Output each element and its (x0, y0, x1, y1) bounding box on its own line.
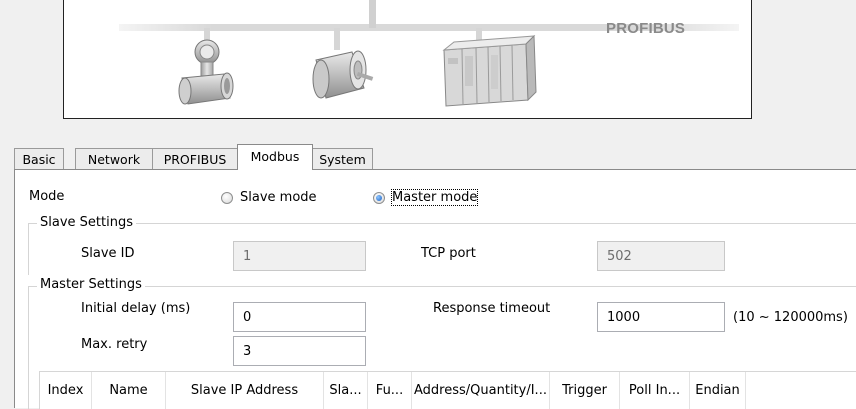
network-diagram (119, 0, 739, 107)
max-retry-label: Max. retry (81, 337, 148, 352)
network-diagram-banner: PROFIBUS (63, 0, 752, 119)
tcp-port-label: TCP port (421, 246, 476, 261)
master-mode-label[interactable]: Master mode (390, 189, 479, 206)
column-header-name[interactable]: Name (92, 372, 166, 409)
column-header-index[interactable]: Index (40, 372, 92, 409)
tab-system[interactable]: System (312, 148, 373, 169)
tab-basic[interactable]: Basic (14, 148, 64, 169)
master-settings-title: Master Settings (37, 277, 145, 292)
modbus-settings-panel: Mode Slave mode Master mode Slave Settin… (14, 169, 856, 409)
bus-riser (369, 0, 376, 28)
max-retry-field[interactable]: 3 (233, 336, 366, 366)
response-timeout-label: Response timeout (433, 301, 551, 316)
column-header-poll-interval[interactable]: Poll In... (620, 372, 690, 409)
response-timeout-range: (10 ~ 120000ms) (733, 310, 848, 325)
tab-modbus[interactable]: Modbus (237, 144, 313, 170)
flowmeter-icon (178, 39, 234, 105)
initial-delay-field[interactable]: 0 (233, 302, 366, 332)
master-table-header: Index Name Slave IP Address Sla... Fu...… (39, 371, 856, 409)
column-header-slave-id[interactable]: Sla... (324, 372, 368, 409)
slave-mode-radio-button[interactable] (221, 191, 233, 204)
motor-icon (312, 50, 374, 99)
slave-id-field[interactable]: 1 (233, 241, 366, 271)
master-mode-radio[interactable]: Master mode (373, 189, 479, 206)
column-header-address-quantity[interactable]: Address/Quantity/I... (412, 372, 550, 409)
slave-mode-label[interactable]: Slave mode (240, 190, 317, 205)
tab-spacer (64, 148, 75, 169)
column-header-function[interactable]: Fu... (368, 372, 412, 409)
slave-settings-title: Slave Settings (37, 215, 136, 230)
plc-rack-icon (442, 34, 537, 107)
master-mode-radio-button[interactable] (373, 191, 385, 204)
slave-id-label: Slave ID (81, 246, 135, 261)
tcp-port-field[interactable]: 502 (597, 241, 725, 271)
slave-mode-radio[interactable]: Slave mode (221, 190, 317, 205)
initial-delay-label: Initial delay (ms) (81, 301, 191, 316)
column-header-endian[interactable]: Endian (690, 372, 746, 409)
column-header-slave-ip[interactable]: Slave IP Address (166, 372, 324, 409)
tab-network[interactable]: Network (75, 148, 153, 169)
column-header-trigger[interactable]: Trigger (550, 372, 620, 409)
profibus-label: PROFIBUS (606, 20, 686, 37)
response-timeout-field[interactable]: 1000 (597, 302, 725, 332)
bus-drop-motor (334, 28, 340, 50)
tab-profibus[interactable]: PROFIBUS (152, 148, 238, 169)
mode-label: Mode (29, 189, 65, 204)
